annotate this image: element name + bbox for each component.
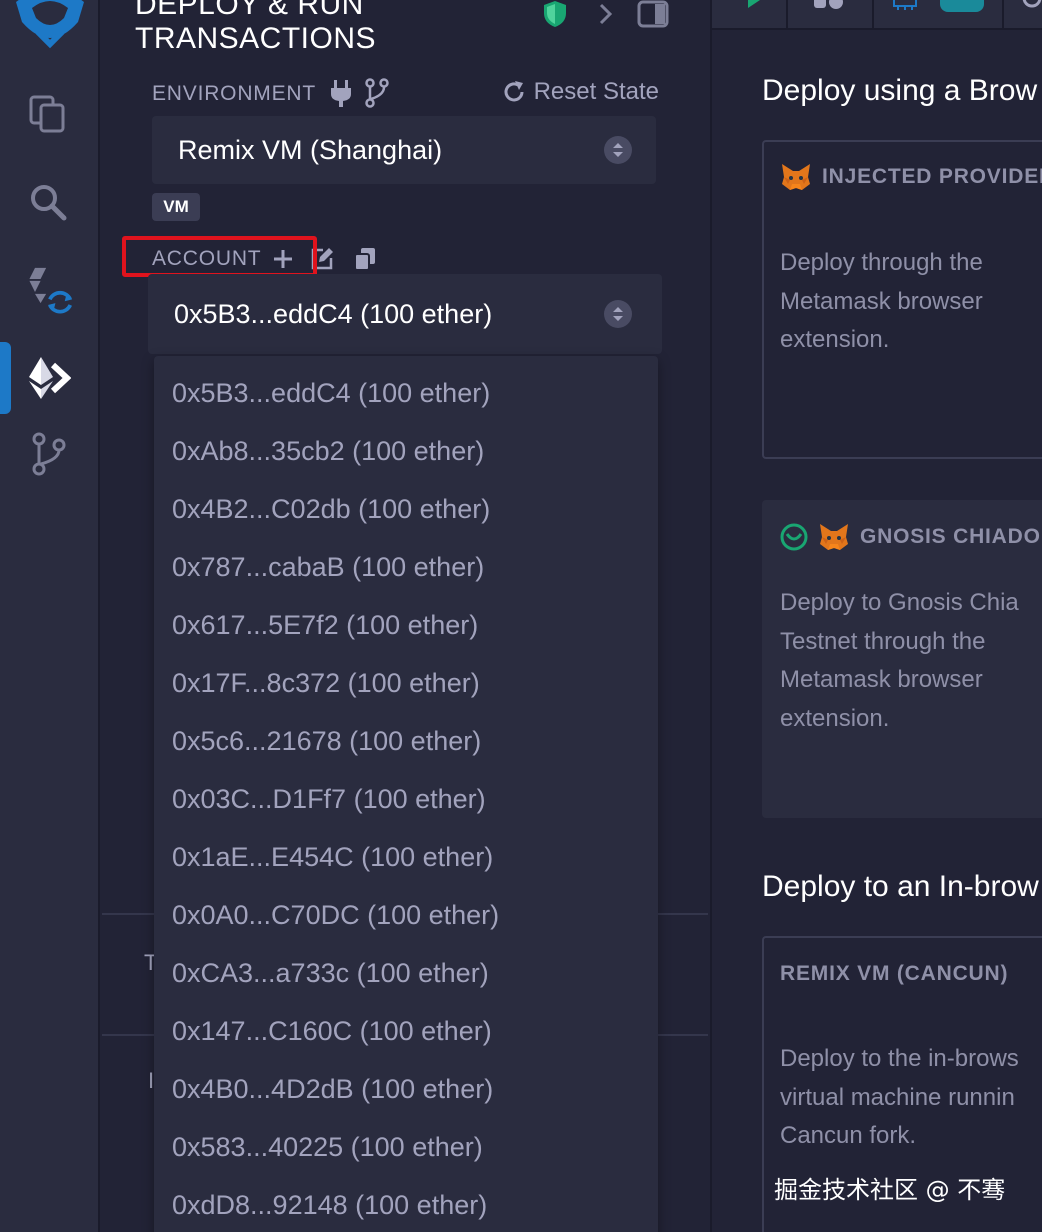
card-title-text: INJECTED PROVIDER <box>822 165 1042 188</box>
account-option[interactable]: 0x617...5E7f2 (100 ether) <box>154 596 658 654</box>
search-icon[interactable] <box>22 176 74 228</box>
account-option[interactable]: 0x0A0...C70DC (100 ether) <box>154 886 658 944</box>
panel-title-line1: DEPLOY & RUN <box>135 0 364 21</box>
injected-provider-card[interactable]: INJECTED PROVIDER Deploy through the Met… <box>762 140 1042 459</box>
environment-select[interactable]: Remix VM (Shanghai) <box>152 116 656 184</box>
toolbar-divider <box>1002 0 1004 28</box>
deploy-run-panel: DEPLOY & RUN TRANSACTIONS ENVIRONMENT Re… <box>102 0 708 1232</box>
card-description: Deploy through the Metamask browser exte… <box>780 249 983 353</box>
git-icon[interactable] <box>22 428 74 480</box>
reset-state-button[interactable]: Reset State <box>502 78 659 106</box>
toolbar-tool-icon[interactable] <box>812 0 846 12</box>
toolbar-divider <box>786 0 788 28</box>
account-highlight-box <box>122 236 317 277</box>
select-caret-icon <box>604 300 632 328</box>
card-title-text: REMIX VM (CANCUN) <box>780 962 1009 985</box>
solidity-compiler-icon[interactable] <box>22 266 74 318</box>
copy-icon[interactable] <box>353 246 377 272</box>
account-dropdown-list: 0x5B3...eddC4 (100 ether) 0xAb8...35cb2 … <box>154 356 658 1232</box>
gnosis-icon <box>780 523 808 551</box>
toolbar-debug-icon[interactable] <box>892 0 918 12</box>
account-option[interactable]: 0x5c6...21678 (100 ether) <box>154 712 658 770</box>
toolbar-divider <box>872 0 874 28</box>
panel-toggle-icon[interactable] <box>637 0 669 28</box>
active-plugin-marker <box>0 342 11 414</box>
deploy-run-icon[interactable] <box>22 352 74 404</box>
account-select[interactable]: 0x5B3...eddC4 (100 ether) <box>148 274 662 354</box>
toolbar-toggle-icon[interactable] <box>940 0 984 12</box>
remix-logo-icon[interactable] <box>8 0 92 52</box>
refresh-icon <box>504 81 524 102</box>
select-caret-icon <box>604 136 632 164</box>
card-title: INJECTED PROVIDER <box>780 162 1042 192</box>
account-option[interactable]: 0xdD8...92148 (100 ether) <box>154 1176 658 1232</box>
panel-title-line2: TRANSACTIONS <box>135 22 377 55</box>
card-description: Deploy to the in-brows virtual machine r… <box>780 1045 1019 1149</box>
account-option[interactable]: 0x787...cabaB (100 ether) <box>154 538 658 596</box>
panel-title: DEPLOY & RUN TRANSACTIONS <box>135 0 376 56</box>
icon-bar <box>0 0 100 1232</box>
selected-account-value: 0x5B3...eddC4 (100 ether) <box>174 298 493 329</box>
account-option[interactable]: 0x5B3...eddC4 (100 ether) <box>154 364 658 422</box>
metamask-fox-icon <box>782 164 810 190</box>
environment-row: ENVIRONMENT Reset State <box>152 78 662 110</box>
main-area: Deploy using a Brow INJECTED PROVIDER De… <box>710 0 1042 1232</box>
card-description: Deploy to Gnosis Chia Testnet through th… <box>780 589 1019 732</box>
card-title-text: GNOSIS CHIADO <box>860 525 1041 548</box>
chevron-right-icon[interactable] <box>598 2 614 26</box>
account-option[interactable]: 0xAb8...35cb2 (100 ether) <box>154 422 658 480</box>
section-title-browser: Deploy using a Brow <box>762 74 1038 107</box>
plug-icon[interactable] <box>330 80 352 108</box>
metamask-fox-icon <box>820 524 848 550</box>
reset-state-label: Reset State <box>533 78 659 105</box>
account-option[interactable]: 0x147...C160C (100 ether) <box>154 1002 658 1060</box>
account-option[interactable]: 0x4B2...C02db (100 ether) <box>154 480 658 538</box>
vm-badge: VM <box>152 193 200 221</box>
top-toolbar <box>712 0 1042 30</box>
section-title-in-browser: Deploy to an In-brow <box>762 870 1039 903</box>
run-icon[interactable] <box>746 0 768 12</box>
toolbar-info-icon[interactable] <box>1022 0 1042 10</box>
card-title: GNOSIS CHIADO <box>780 522 1041 552</box>
shield-icon <box>544 1 566 27</box>
environment-value: Remix VM (Shanghai) <box>178 134 443 165</box>
account-option[interactable]: 0x17F...8c372 (100 ether) <box>154 654 658 712</box>
account-option[interactable]: 0xCA3...a733c (100 ether) <box>154 944 658 1002</box>
account-option[interactable]: 0x583...40225 (100 ether) <box>154 1118 658 1176</box>
account-option[interactable]: 0x1aE...E454C (100 ether) <box>154 828 658 886</box>
file-explorer-icon[interactable] <box>22 88 74 140</box>
watermark-text: 掘金技术社区 @ 不骞 <box>774 1176 1006 1204</box>
fork-icon[interactable] <box>364 78 390 108</box>
account-option[interactable]: 0x4B0...4D2dB (100 ether) <box>154 1060 658 1118</box>
account-option[interactable]: 0x03C...D1Ff7 (100 ether) <box>154 770 658 828</box>
environment-label: ENVIRONMENT <box>152 82 316 105</box>
gnosis-chiado-card[interactable]: GNOSIS CHIADO Deploy to Gnosis Chia Test… <box>762 500 1042 818</box>
